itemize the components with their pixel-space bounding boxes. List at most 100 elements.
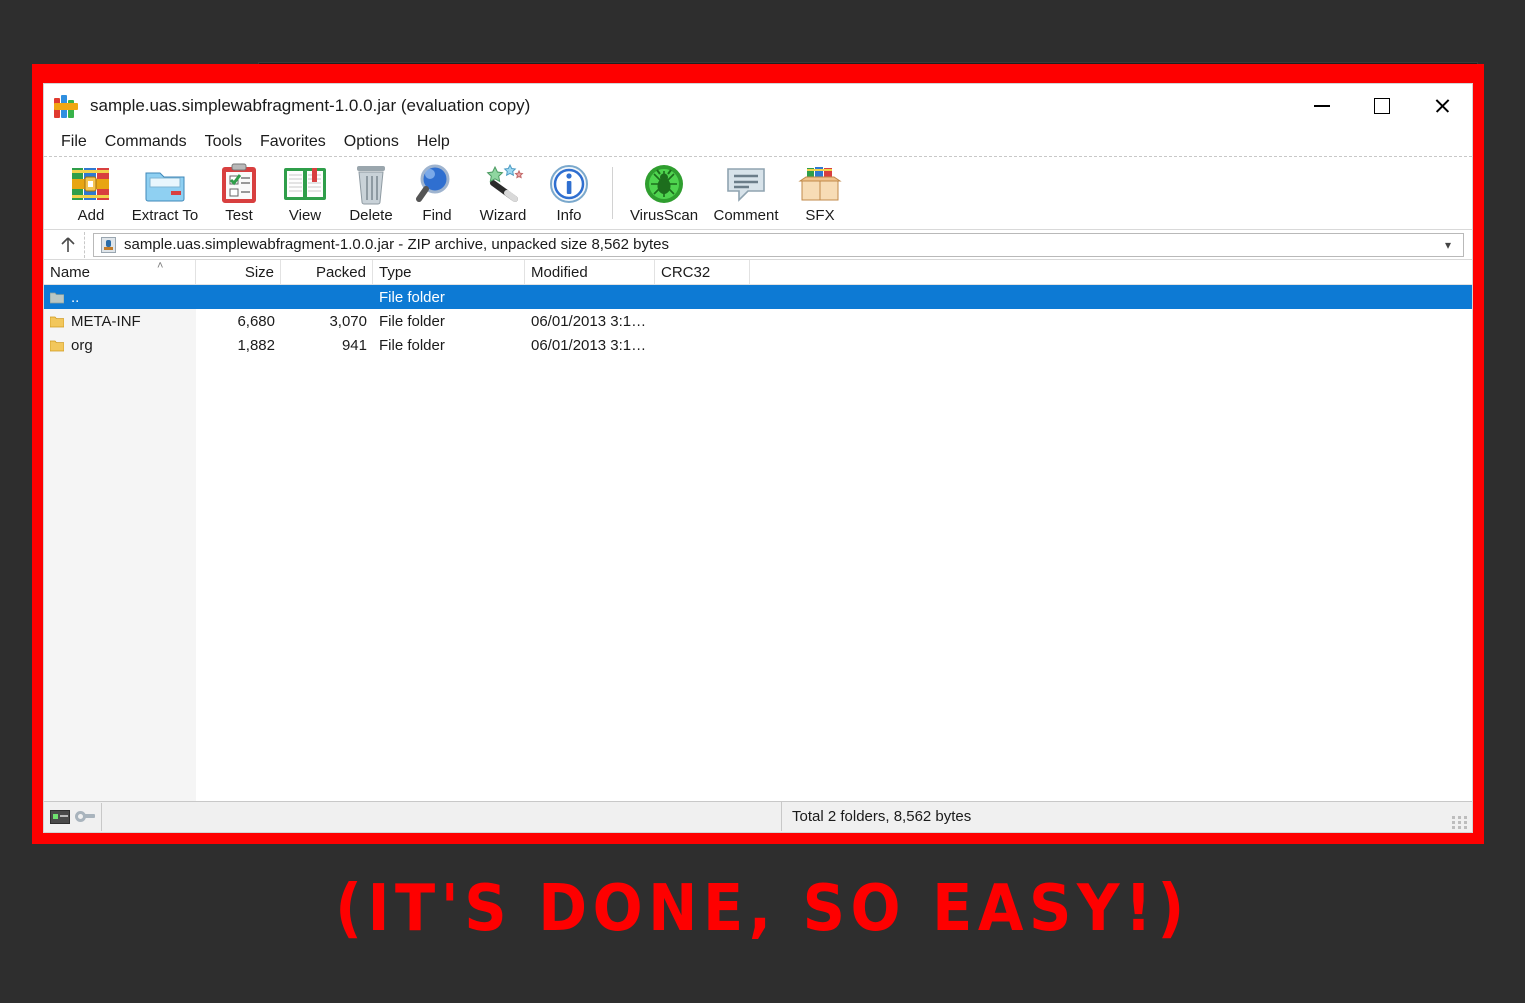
address-bar: sample.uas.simplewabfragment-1.0.0.jar -… <box>44 230 1472 260</box>
cell-size <box>196 285 281 309</box>
toolbar-separator <box>612 167 613 219</box>
table-row[interactable]: .. File folder <box>44 285 1472 309</box>
toolbar-button-label: Delete <box>349 207 393 224</box>
minimize-icon <box>1314 105 1330 107</box>
toolbar: Add Extract To Test View Delete Find Wiz… <box>44 156 1472 230</box>
cell-packed: 941 <box>341 336 367 354</box>
toolbar-button-find[interactable]: Find <box>404 158 470 228</box>
up-one-level-button[interactable] <box>52 231 85 258</box>
cell-crc32 <box>655 333 750 357</box>
column-header-type[interactable]: Type <box>373 260 525 284</box>
toolbar-button-extract-to[interactable]: Extract To <box>124 158 206 228</box>
title-bar: sample.uas.simplewabfragment-1.0.0.jar (… <box>44 84 1472 128</box>
delete-trash-icon <box>348 162 394 206</box>
cell-type: File folder <box>379 288 445 306</box>
column-header-size[interactable]: Size <box>196 260 281 284</box>
menu-item-file[interactable]: File <box>52 130 96 154</box>
toolbar-button-virusscan[interactable]: VirusScan <box>623 158 705 228</box>
file-name-text: org <box>71 336 93 354</box>
caption-text: (IT'S DONE, SO EASY!) <box>335 872 1190 946</box>
java-jar-icon <box>101 236 116 253</box>
maximize-button[interactable] <box>1352 84 1412 128</box>
file-list-header: Name Size Packed Type Modified CRC32 ˄ <box>44 260 1472 285</box>
maximize-icon <box>1374 98 1390 114</box>
toolbar-button-label: Wizard <box>479 207 527 224</box>
resize-grip-icon[interactable] <box>1452 816 1468 829</box>
parent-folder-icon <box>49 291 65 304</box>
find-magnifier-icon <box>414 162 460 206</box>
toolbar-button-label: Find <box>422 207 452 224</box>
info-circle-icon <box>546 162 592 206</box>
minimize-button[interactable] <box>1292 84 1352 128</box>
test-clipboard-icon <box>216 162 262 206</box>
status-total-text: Total 2 folders, 8,562 bytes <box>781 802 1472 831</box>
winrar-books-icon <box>54 94 78 118</box>
cell-size: 6,680 <box>237 312 275 330</box>
menu-item-help[interactable]: Help <box>408 130 459 154</box>
file-name-text: META-INF <box>71 312 141 330</box>
toolbar-button-label: Info <box>556 207 582 224</box>
cell-modified: 06/01/2013 3:1… <box>531 312 647 330</box>
window-controls <box>1292 84 1472 128</box>
comment-bubble-icon <box>723 162 769 206</box>
menu-item-favorites[interactable]: Favorites <box>251 130 335 154</box>
cell-type: File folder <box>379 312 445 330</box>
chevron-down-icon[interactable]: ▾ <box>1437 238 1459 252</box>
toolbar-button-test[interactable]: Test <box>206 158 272 228</box>
close-icon <box>1434 98 1450 114</box>
sort-ascending-icon: ˄ <box>157 260 164 272</box>
toolbar-button-label: View <box>288 207 322 224</box>
menu-item-options[interactable]: Options <box>335 130 408 154</box>
toolbar-button-delete[interactable]: Delete <box>338 158 404 228</box>
cell-name: org <box>44 333 196 357</box>
file-name-text: .. <box>71 288 80 306</box>
cell-modified <box>525 285 655 309</box>
column-header-crc32[interactable]: CRC32 <box>655 260 750 284</box>
toolbar-button-info[interactable]: Info <box>536 158 602 228</box>
toolbar-button-label: SFX <box>805 207 835 224</box>
toolbar-button-label: Comment <box>713 207 779 224</box>
table-row[interactable]: org 1,882 941 File folder 06/01/2013 3:1… <box>44 333 1472 357</box>
extract-folder-icon <box>142 162 188 206</box>
column-header-name[interactable]: Name <box>44 260 196 284</box>
column-header-packed[interactable]: Packed <box>281 260 373 284</box>
menu-item-tools[interactable]: Tools <box>196 130 251 154</box>
menu-bar: File Commands Tools Favorites Options Help <box>44 128 1472 156</box>
virusscan-bug-icon <box>641 162 687 206</box>
key-icon[interactable] <box>75 810 95 824</box>
winrar-window: sample.uas.simplewabfragment-1.0.0.jar (… <box>44 84 1472 832</box>
toolbar-button-wizard[interactable]: Wizard <box>470 158 536 228</box>
file-list-rows: .. File folder META-INF 6,680 3,070 File fol… <box>44 285 1472 357</box>
address-input[interactable]: sample.uas.simplewabfragment-1.0.0.jar -… <box>93 232 1464 257</box>
wizard-wand-icon <box>480 162 526 206</box>
cell-crc32 <box>655 285 750 309</box>
cell-name: META-INF <box>44 309 196 333</box>
window-title: sample.uas.simplewabfragment-1.0.0.jar (… <box>90 96 531 115</box>
toolbar-button-view[interactable]: View <box>272 158 338 228</box>
address-path-text: sample.uas.simplewabfragment-1.0.0.jar -… <box>124 236 669 253</box>
toolbar-button-add[interactable]: Add <box>58 158 124 228</box>
cell-packed: 3,070 <box>329 312 367 330</box>
table-row[interactable]: META-INF 6,680 3,070 File folder 06/01/2013 … <box>44 309 1472 333</box>
view-book-icon <box>282 162 328 206</box>
drive-icon[interactable] <box>50 810 70 824</box>
toolbar-button-label: VirusScan <box>629 207 699 224</box>
column-header-modified[interactable]: Modified <box>525 260 655 284</box>
file-list[interactable]: Name Size Packed Type Modified CRC32 ˄ .. File … <box>44 260 1472 801</box>
toolbar-button-label: Test <box>225 207 253 224</box>
toolbar-button-comment[interactable]: Comment <box>705 158 787 228</box>
close-button[interactable] <box>1412 84 1472 128</box>
toolbar-button-label: Add <box>77 207 105 224</box>
cell-modified: 06/01/2013 3:1… <box>531 336 647 354</box>
sfx-box-icon <box>797 162 843 206</box>
toolbar-button-sfx[interactable]: SFX <box>787 158 853 228</box>
folder-icon <box>49 339 65 352</box>
menu-item-commands[interactable]: Commands <box>96 130 196 154</box>
cell-size: 1,882 <box>237 336 275 354</box>
cell-type: File folder <box>379 336 445 354</box>
arrow-up-icon <box>61 236 75 252</box>
cell-packed <box>281 285 373 309</box>
cell-crc32 <box>655 309 750 333</box>
add-archive-icon <box>68 162 114 206</box>
status-icons <box>44 803 102 831</box>
